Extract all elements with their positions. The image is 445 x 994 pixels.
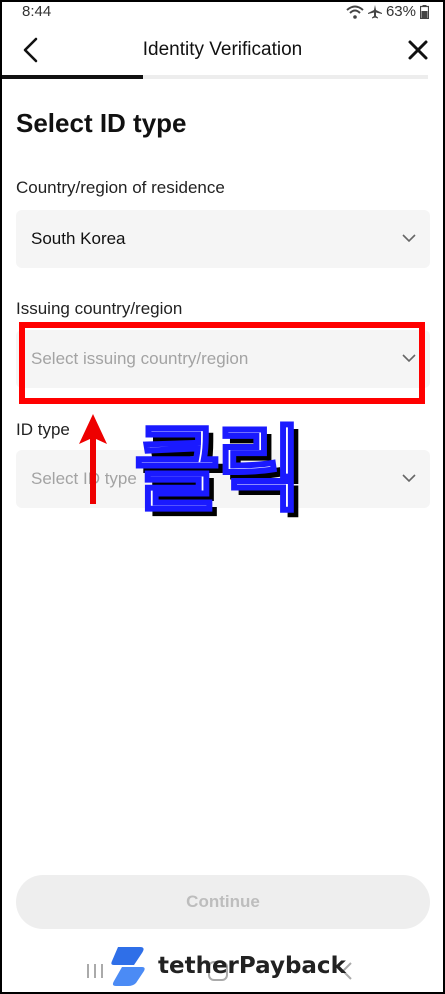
page-header-title: Identity Verification xyxy=(142,39,303,60)
id-type-label: ID type xyxy=(16,420,70,439)
battery-level: 63% xyxy=(385,3,416,20)
progress-fill xyxy=(2,75,143,79)
continue-button[interactable]: Continue xyxy=(16,875,430,929)
close-icon[interactable] xyxy=(405,37,431,63)
battery-icon xyxy=(420,4,429,19)
header: Identity Verification xyxy=(0,24,445,78)
progress-bar xyxy=(2,75,428,79)
red-arrow-up-icon xyxy=(79,414,107,504)
continue-label: Continue xyxy=(186,892,260,911)
wifi-icon xyxy=(346,5,364,19)
residence-select[interactable]: South Korea xyxy=(16,210,430,268)
tetherpayback-logo-icon xyxy=(111,947,145,986)
recent-apps-icon[interactable] xyxy=(86,963,104,979)
issuing-label: Issuing country/region xyxy=(16,299,183,318)
watermark-text: tetherPayback xyxy=(158,953,346,979)
click-annotation-text: 클릭 xyxy=(133,416,305,525)
chevron-down-icon xyxy=(402,234,416,243)
status-bar: 8:44 63% xyxy=(0,0,445,24)
click-highlight-box xyxy=(19,322,425,404)
watermark: tetherPayback xyxy=(108,943,346,989)
airplane-icon xyxy=(367,4,382,18)
residence-label: Country/region of residence xyxy=(16,178,225,197)
status-icons: 63% xyxy=(346,3,429,20)
chevron-down-icon xyxy=(402,474,416,483)
residence-value: South Korea xyxy=(31,229,126,248)
page-title: Select ID type xyxy=(16,108,187,138)
status-time: 8:44 xyxy=(22,3,52,20)
